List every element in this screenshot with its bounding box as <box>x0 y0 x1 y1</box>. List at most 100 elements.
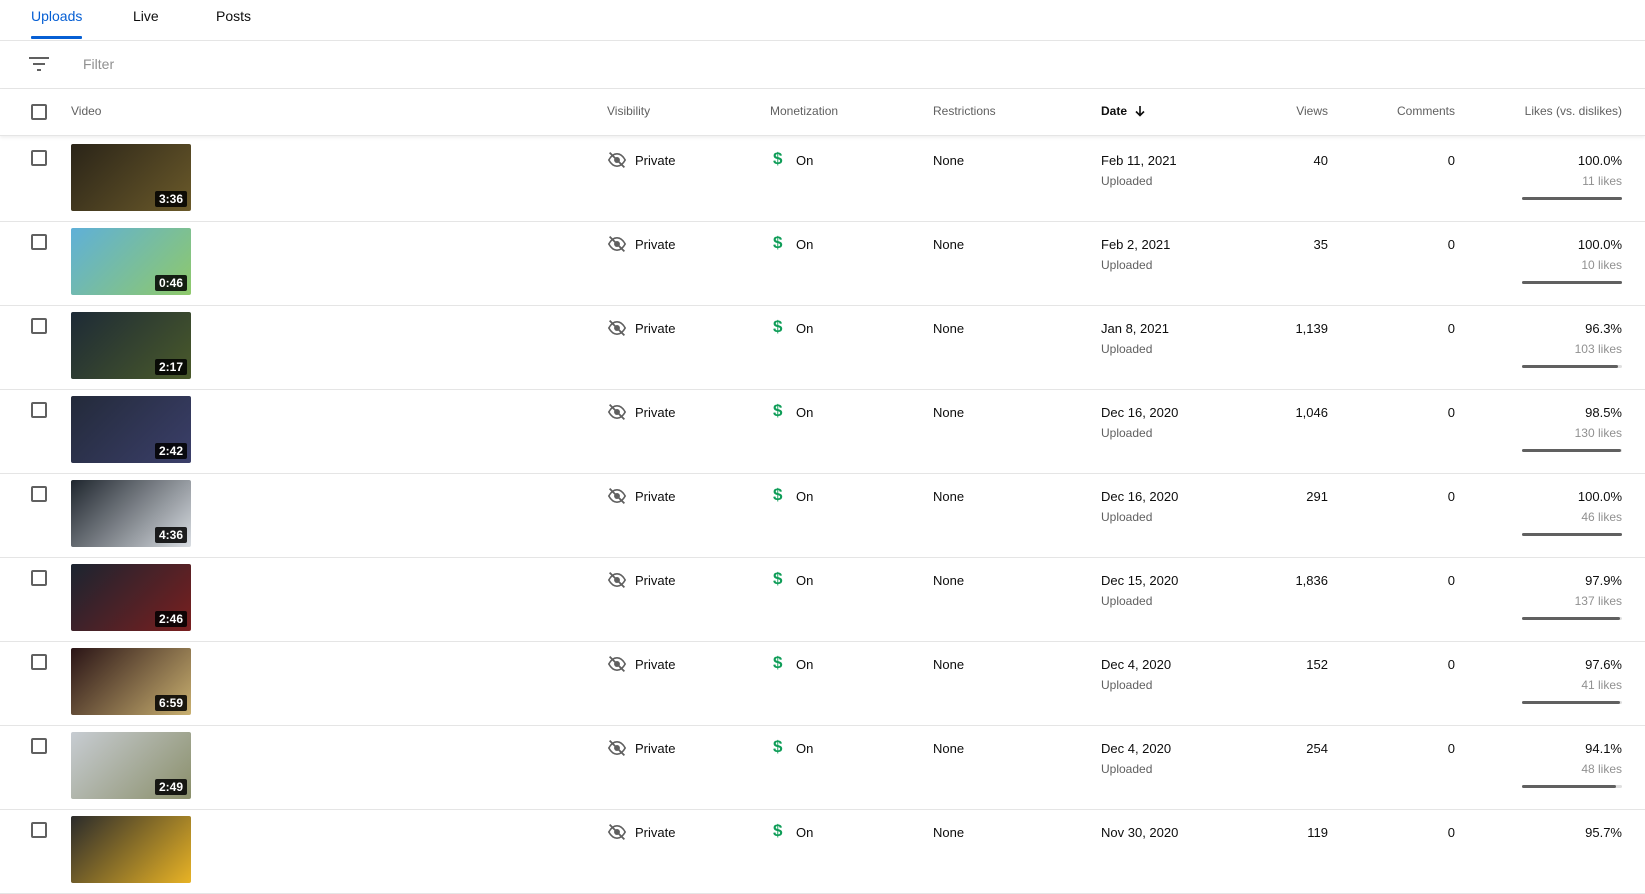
video-thumbnail[interactable]: 6:59 <box>71 648 191 715</box>
video-thumbnail[interactable]: 2:42 <box>71 396 191 463</box>
column-restrictions[interactable]: Restrictions <box>933 104 996 118</box>
video-row[interactable]: 6:59 Private $ On None Dec 4, 2020 Uploa… <box>0 641 1645 726</box>
video-row[interactable]: 2:42 Private $ On None Dec 16, 2020 Uplo… <box>0 389 1645 474</box>
tab-posts[interactable]: Posts <box>216 0 251 40</box>
row-checkbox[interactable] <box>31 318 47 334</box>
video-row[interactable]: 2:49 Private $ On None Dec 4, 2020 Uploa… <box>0 725 1645 810</box>
column-monetization[interactable]: Monetization <box>770 104 838 118</box>
dollar-icon[interactable]: $ <box>773 401 782 421</box>
tab-uploads[interactable]: Uploads <box>31 0 83 40</box>
dollar-icon[interactable]: $ <box>773 485 782 505</box>
monetization-value[interactable]: On <box>796 573 813 588</box>
video-thumbnail[interactable]: 2:46 <box>71 564 191 631</box>
row-checkbox[interactable] <box>31 486 47 502</box>
date-value: Dec 15, 2020 <box>1101 573 1179 588</box>
visibility-value[interactable]: Private <box>635 657 675 672</box>
visibility-value[interactable]: Private <box>635 489 675 504</box>
eye-off-icon[interactable] <box>607 151 627 169</box>
dollar-icon[interactable]: $ <box>773 149 782 169</box>
row-checkbox[interactable] <box>31 738 47 754</box>
monetization-value[interactable]: On <box>796 321 813 336</box>
video-thumbnail[interactable]: 4:36 <box>71 480 191 547</box>
active-tab-indicator <box>31 36 83 39</box>
row-checkbox[interactable] <box>31 150 47 166</box>
upload-status: Uploaded <box>1101 258 1153 272</box>
dollar-icon[interactable]: $ <box>773 569 782 589</box>
visibility-value[interactable]: Private <box>635 825 675 840</box>
eye-off-icon[interactable] <box>607 739 627 757</box>
row-checkbox[interactable] <box>31 402 47 418</box>
column-date[interactable]: Date <box>1101 104 1146 118</box>
column-views[interactable]: Views <box>1228 104 1328 118</box>
eye-off-icon[interactable] <box>607 487 627 505</box>
monetization-value[interactable]: On <box>796 489 813 504</box>
dollar-icon[interactable]: $ <box>773 317 782 337</box>
video-thumbnail[interactable]: 2:17 <box>71 312 191 379</box>
column-likes[interactable]: Likes (vs. dislikes) <box>1472 104 1622 118</box>
visibility-value[interactable]: Private <box>635 741 675 756</box>
video-row[interactable]: 4:36 Private $ On None Dec 16, 2020 Uplo… <box>0 473 1645 558</box>
tab-live[interactable]: Live <box>133 0 159 40</box>
video-duration: 0:46 <box>154 275 187 291</box>
video-thumbnail[interactable]: 3:36 <box>71 144 191 211</box>
video-thumbnail[interactable]: 2:49 <box>71 732 191 799</box>
eye-off-icon[interactable] <box>607 403 627 421</box>
likes-count: 48 likes <box>1581 762 1622 776</box>
video-duration: 3:36 <box>154 191 187 207</box>
comments-value: 0 <box>1447 321 1455 336</box>
monetization-value[interactable]: On <box>796 405 813 420</box>
row-checkbox[interactable] <box>31 570 47 586</box>
likes-ratio-bar <box>1522 701 1622 704</box>
tab-bar: Uploads Live Posts <box>0 0 1645 41</box>
filter-list-icon[interactable] <box>29 57 49 71</box>
row-checkbox[interactable] <box>31 654 47 670</box>
restrictions-value: None <box>933 741 965 756</box>
monetization-value[interactable]: On <box>796 741 813 756</box>
visibility-value[interactable]: Private <box>635 573 675 588</box>
dollar-icon[interactable]: $ <box>773 233 782 253</box>
upload-status: Uploaded <box>1101 174 1153 188</box>
eye-off-icon[interactable] <box>607 571 627 589</box>
restrictions-value: None <box>933 573 965 588</box>
date-value: Dec 16, 2020 <box>1101 489 1179 504</box>
visibility-value[interactable]: Private <box>635 405 675 420</box>
likes-percent: 97.6% <box>1585 657 1622 672</box>
eye-off-icon[interactable] <box>607 823 627 841</box>
eye-off-icon[interactable] <box>607 655 627 673</box>
video-duration: 2:42 <box>154 443 187 459</box>
likes-count: 130 likes <box>1574 426 1622 440</box>
likes-ratio-bar <box>1522 365 1622 368</box>
video-row[interactable]: 2:46 Private $ On None Dec 15, 2020 Uplo… <box>0 557 1645 642</box>
visibility-value[interactable]: Private <box>635 153 675 168</box>
filter-input[interactable] <box>83 52 683 76</box>
video-row[interactable]: 2:17 Private $ On None Jan 8, 2021 Uploa… <box>0 305 1645 390</box>
comments-value: 0 <box>1447 153 1455 168</box>
column-visibility[interactable]: Visibility <box>607 104 650 118</box>
monetization-value[interactable]: On <box>796 153 813 168</box>
video-row[interactable]: 3:36 Private $ On None Feb 11, 2021 Uplo… <box>0 137 1645 222</box>
likes-ratio-bar <box>1522 449 1622 452</box>
visibility-value[interactable]: Private <box>635 237 675 252</box>
row-checkbox[interactable] <box>31 822 47 838</box>
select-all-checkbox[interactable] <box>31 104 47 120</box>
dollar-icon[interactable]: $ <box>773 821 782 841</box>
video-thumbnail[interactable]: 0:46 <box>71 228 191 295</box>
upload-status: Uploaded <box>1101 510 1153 524</box>
likes-count: 137 likes <box>1574 594 1622 608</box>
monetization-value[interactable]: On <box>796 237 813 252</box>
row-checkbox[interactable] <box>31 234 47 250</box>
dollar-icon[interactable]: $ <box>773 737 782 757</box>
visibility-value[interactable]: Private <box>635 321 675 336</box>
likes-percent: 100.0% <box>1577 237 1622 252</box>
views-value: 1,139 <box>1295 321 1328 336</box>
video-thumbnail[interactable] <box>71 816 191 883</box>
eye-off-icon[interactable] <box>607 235 627 253</box>
monetization-value[interactable]: On <box>796 825 813 840</box>
column-comments[interactable]: Comments <box>1355 104 1455 118</box>
monetization-value[interactable]: On <box>796 657 813 672</box>
dollar-icon[interactable]: $ <box>773 653 782 673</box>
video-row[interactable]: Private $ On None Nov 30, 2020 119 0 95.… <box>0 809 1645 894</box>
eye-off-icon[interactable] <box>607 319 627 337</box>
video-row[interactable]: 0:46 Private $ On None Feb 2, 2021 Uploa… <box>0 221 1645 306</box>
tab-posts-label: Posts <box>216 8 252 24</box>
